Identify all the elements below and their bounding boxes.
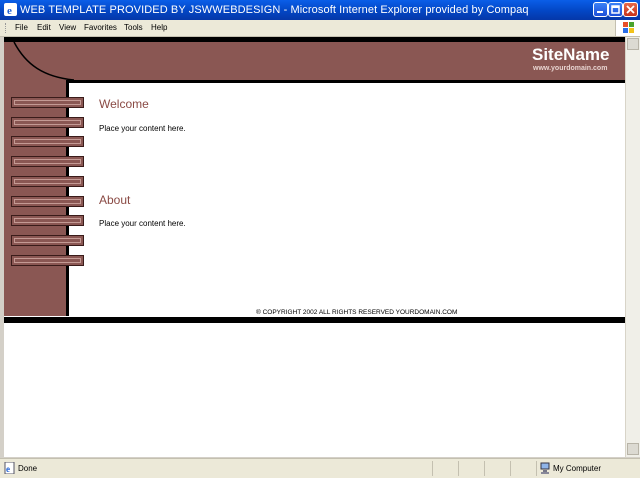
status-text: Done (18, 464, 38, 473)
nav-button-3[interactable] (11, 136, 84, 147)
site-name: SiteName (532, 45, 610, 64)
status-separator (432, 461, 433, 476)
section-heading-about: About (99, 193, 131, 207)
maximize-button[interactable] (608, 2, 623, 17)
menu-view[interactable]: View (59, 20, 76, 36)
page-done-icon: e (4, 462, 15, 474)
scroll-down-arrow[interactable] (627, 443, 639, 455)
browser-viewport[interactable]: SiteName www.yourdomain.com Welcome Plac… (4, 37, 625, 457)
menu-tools[interactable]: Tools (124, 20, 143, 36)
close-icon (626, 5, 635, 14)
svg-text:e: e (7, 5, 12, 16)
window-title: WEB TEMPLATE PROVIDED BY JSWWEBDESIGN - … (20, 4, 529, 16)
status-separator (484, 461, 485, 476)
status-bar: e Done My Computer (0, 458, 640, 478)
section-heading-welcome: Welcome (99, 97, 149, 111)
nav-button-9[interactable] (11, 255, 84, 266)
status-separator (536, 461, 537, 476)
nav-button-1[interactable] (11, 97, 84, 108)
nav-button-5[interactable] (11, 176, 84, 187)
menu-file[interactable]: File (15, 20, 28, 36)
menu-bar: File Edit View Favorites Tools Help (0, 20, 640, 37)
copyright-footer: ® COPYRIGHT 2002 ALL RIGHTS RESERVED YOU… (256, 309, 458, 316)
header-curve-decoration (4, 41, 74, 85)
windows-logo-icon (615, 20, 640, 36)
scroll-up-arrow[interactable] (627, 38, 639, 50)
minimize-icon (597, 11, 603, 13)
status-separator (510, 461, 511, 476)
header-bottom-border (66, 80, 625, 83)
my-computer-icon (540, 462, 550, 474)
menu-favorites[interactable]: Favorites (84, 20, 117, 36)
section-text-about: Place your content here. (99, 219, 186, 228)
menu-help[interactable]: Help (151, 20, 167, 36)
svg-text:e: e (6, 464, 10, 474)
ie-icon: e (4, 3, 17, 16)
nav-button-6[interactable] (11, 196, 84, 207)
status-separator (458, 461, 459, 476)
window-titlebar[interactable]: e WEB TEMPLATE PROVIDED BY JSWWEBDESIGN … (0, 0, 640, 20)
nav-button-4[interactable] (11, 156, 84, 167)
site-domain: www.yourdomain.com (533, 65, 608, 72)
vertical-scrollbar[interactable] (625, 37, 640, 457)
nav-button-2[interactable] (11, 117, 84, 128)
toolbar-grip[interactable] (5, 23, 8, 33)
security-zone-label: My Computer (553, 464, 602, 473)
section-text-welcome: Place your content here. (99, 124, 186, 133)
close-button[interactable] (623, 2, 638, 17)
footer-bar (4, 317, 625, 323)
nav-button-8[interactable] (11, 235, 84, 246)
nav-button-7[interactable] (11, 215, 84, 226)
maximize-icon (611, 5, 620, 14)
minimize-button[interactable] (593, 2, 608, 17)
menu-edit[interactable]: Edit (37, 20, 51, 36)
